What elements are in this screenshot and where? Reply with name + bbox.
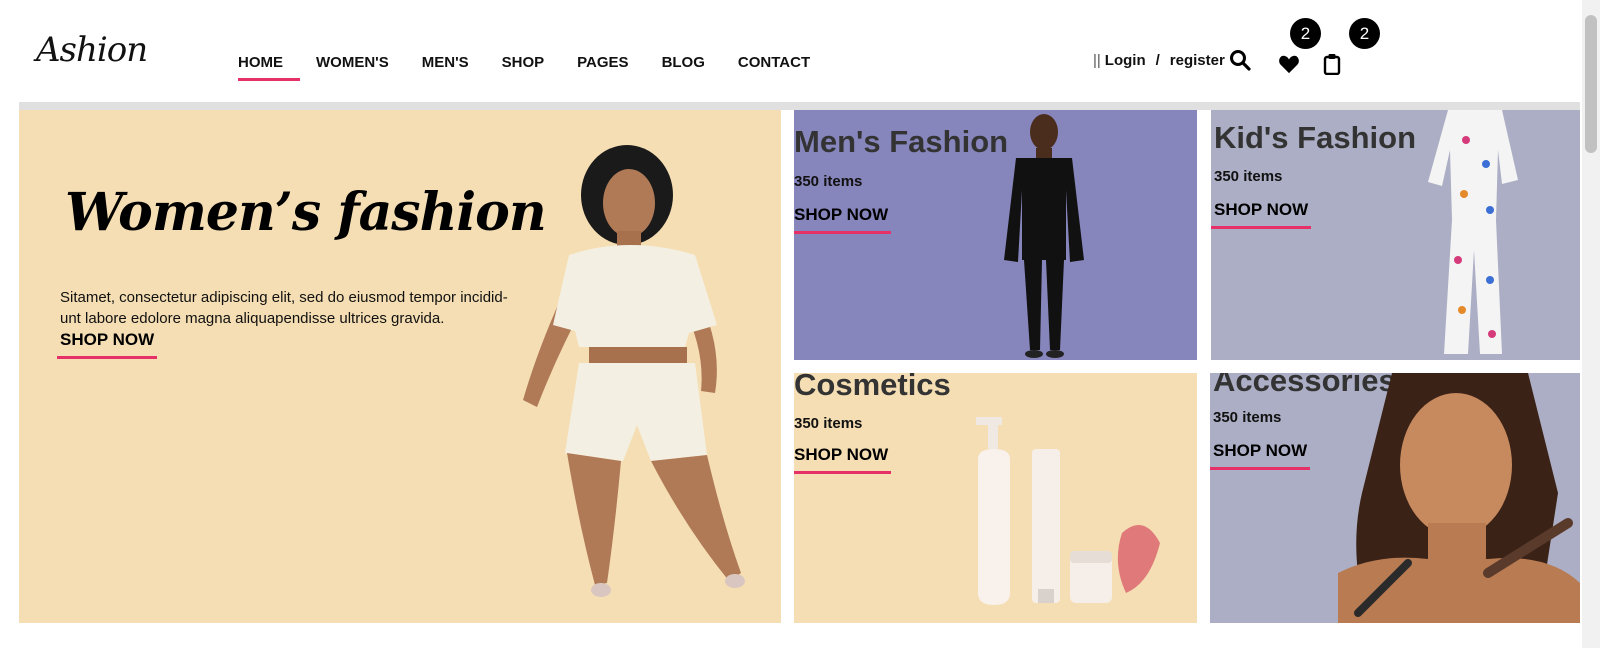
clipboard-icon[interactable] <box>1323 53 1341 75</box>
category-shop-now-link[interactable]: SHOP NOW <box>1211 200 1312 229</box>
kids-model-image <box>1428 110 1518 354</box>
cart-count-badge: 2 <box>1349 18 1380 49</box>
category-title: Cosmetics <box>794 373 951 402</box>
wishlist-count-badge: 2 <box>1290 18 1321 49</box>
register-link[interactable]: register <box>1170 52 1225 69</box>
hero-shop-now-link[interactable]: SHOP NOW <box>56 330 158 359</box>
category-count: 350 items <box>1213 409 1282 426</box>
nav-item-shop[interactable]: SHOP <box>502 52 545 77</box>
category-shop-now-link[interactable]: SHOP NOW <box>1210 441 1311 470</box>
category-tile-accessories[interactable]: Accessories 350 items SHOP NOW <box>1210 373 1580 623</box>
hero-model-image <box>523 145 745 597</box>
category-tile-cosmetics[interactable]: Cosmetics 350 items SHOP NOW <box>794 373 1197 623</box>
scrollbar-thumb[interactable] <box>1585 15 1597 153</box>
category-tile-mens[interactable]: Men's Fashion 350 items SHOP NOW <box>794 110 1197 360</box>
heart-icon[interactable] <box>1278 54 1300 74</box>
category-shop-now-link[interactable]: SHOP NOW <box>794 445 892 474</box>
category-title: Kid's Fashion <box>1214 120 1416 155</box>
brand-logo[interactable]: Ashion <box>36 30 148 70</box>
auth-links: || Login / register <box>1093 52 1225 69</box>
nav-item-blog[interactable]: BLOG <box>662 52 705 77</box>
nav-item-womens[interactable]: WOMEN'S <box>316 52 389 77</box>
hero-title: Women’s fashion <box>65 182 547 243</box>
category-tile-kids[interactable]: Kid's Fashion 350 items SHOP NOW <box>1211 110 1580 360</box>
accessories-model-image <box>1338 373 1580 623</box>
nav-item-mens[interactable]: MEN'S <box>422 52 469 77</box>
auth-slash: / <box>1155 52 1160 69</box>
nav-item-home[interactable]: HOME <box>238 52 300 81</box>
header-divider <box>19 102 1580 110</box>
nav-item-contact[interactable]: CONTACT <box>738 52 810 77</box>
cosmetics-products-image <box>976 417 1160 605</box>
men-model-image <box>1004 114 1084 358</box>
category-count: 350 items <box>1214 168 1283 185</box>
category-count: 350 items <box>794 173 863 190</box>
search-icon[interactable] <box>1229 49 1251 71</box>
category-count: 350 items <box>794 415 863 432</box>
hero-description: Sitamet, consectetur adipiscing elit, se… <box>60 289 508 327</box>
category-title: Men's Fashion <box>794 124 1009 159</box>
auth-separator: || <box>1093 52 1101 69</box>
login-link[interactable]: Login <box>1105 52 1146 69</box>
category-shop-now-link[interactable]: SHOP NOW <box>794 205 892 234</box>
hero-womens-fashion: Women’s fashion Sitamet, consectetur adi… <box>19 110 781 623</box>
nav-item-pages[interactable]: PAGES <box>577 52 628 77</box>
main-nav: HOME WOMEN'S MEN'S SHOP PAGES BLOG CONTA… <box>238 52 843 81</box>
